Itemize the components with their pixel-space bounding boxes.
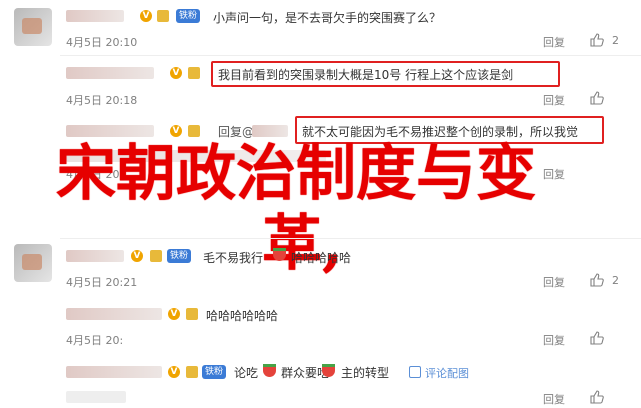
reply-button[interactable]: 回复 [543, 391, 565, 407]
reply-button[interactable]: 回复 [543, 166, 565, 182]
divider [60, 55, 641, 56]
reply-button[interactable]: 回复 [543, 274, 565, 290]
comment-text: 毛不易我行 [203, 251, 264, 265]
mention-blurred[interactable] [252, 125, 288, 137]
reply-row-4: V 铁粉 论吃 群众要吃 主的转型 评论配图 回复 [0, 355, 641, 408]
vip-icon: V [170, 67, 182, 79]
fan-badge: 铁粉 [167, 249, 192, 263]
vip-icon: V [168, 366, 180, 378]
like-icon[interactable] [590, 91, 604, 105]
vip-icon: V [131, 250, 143, 262]
vip-icon: V [168, 308, 180, 320]
comment-date: 4月5日 20:21 [66, 276, 138, 289]
like-icon[interactable] [590, 33, 604, 47]
like-count: 2 [612, 274, 619, 287]
watermelon-emoji-icon [273, 248, 286, 261]
like-count: 2 [612, 34, 619, 47]
member-icon [188, 67, 200, 79]
username-blurred[interactable] [66, 10, 124, 22]
username-blurred[interactable] [66, 366, 162, 378]
divider [60, 238, 641, 239]
username-blurred[interactable] [66, 67, 154, 79]
reply-button[interactable]: 回复 [543, 92, 565, 108]
member-icon [186, 308, 198, 320]
reply-button[interactable]: 回复 [543, 332, 565, 348]
member-icon [157, 10, 169, 22]
reply-text-3: 主的转型 [341, 366, 390, 380]
member-icon [188, 125, 200, 137]
like-icon[interactable] [590, 390, 604, 404]
avatar[interactable] [14, 8, 52, 46]
date-blurred [66, 391, 126, 403]
highlight-box [211, 61, 560, 87]
reply-date: 4月5日 20:18 [66, 94, 138, 107]
watermelon-emoji-icon [322, 364, 335, 377]
like-icon[interactable] [590, 331, 604, 345]
username-blurred[interactable] [66, 308, 162, 320]
reply-text: 哈哈哈哈哈哈 [206, 309, 279, 323]
username-blurred[interactable] [66, 250, 124, 262]
fan-badge: 铁粉 [176, 9, 201, 23]
reply-text-1: 论吃 [234, 366, 259, 380]
comment-row-1: V 铁粉 小声问一句，是不去哥欠手的突围赛了么？ 4月5日 20:10 回复 2 [0, 0, 641, 58]
image-icon [409, 366, 421, 378]
vip-icon: V [140, 10, 152, 22]
comment-row-2: V 铁粉 毛不易我行 哈哈哈哈哈 4月5日 20:21 回复 2 [0, 242, 641, 294]
vip-icon: V [170, 125, 182, 137]
fan-badge: 铁粉 [202, 365, 227, 379]
reply-button[interactable]: 回复 [543, 34, 565, 50]
reply-row-1: V 我目前看到的突围录制大概是10号 行程上这个应该是剑 4月5日 20:18 … [0, 58, 641, 114]
member-icon [186, 366, 198, 378]
like-icon[interactable] [590, 273, 604, 287]
watermelon-emoji-icon [263, 364, 276, 377]
comment-date: 4月5日 20:10 [66, 36, 138, 49]
reply-date: 4月5日 20: [66, 334, 124, 347]
overlay-title-line-1: 宋朝政治制度与变 [56, 139, 536, 209]
comment-text: 小声问一句，是不去哥欠手的突围赛了么？ [213, 11, 442, 25]
username-blurred[interactable] [66, 125, 154, 137]
avatar[interactable] [14, 244, 52, 282]
member-icon [150, 250, 162, 262]
reply-row-3: V 哈哈哈哈哈哈 4月5日 20: 回复 [0, 300, 641, 350]
comment-image-link[interactable]: 评论配图 [425, 365, 469, 381]
comment-suffix: 哈哈哈哈哈 [291, 251, 352, 265]
